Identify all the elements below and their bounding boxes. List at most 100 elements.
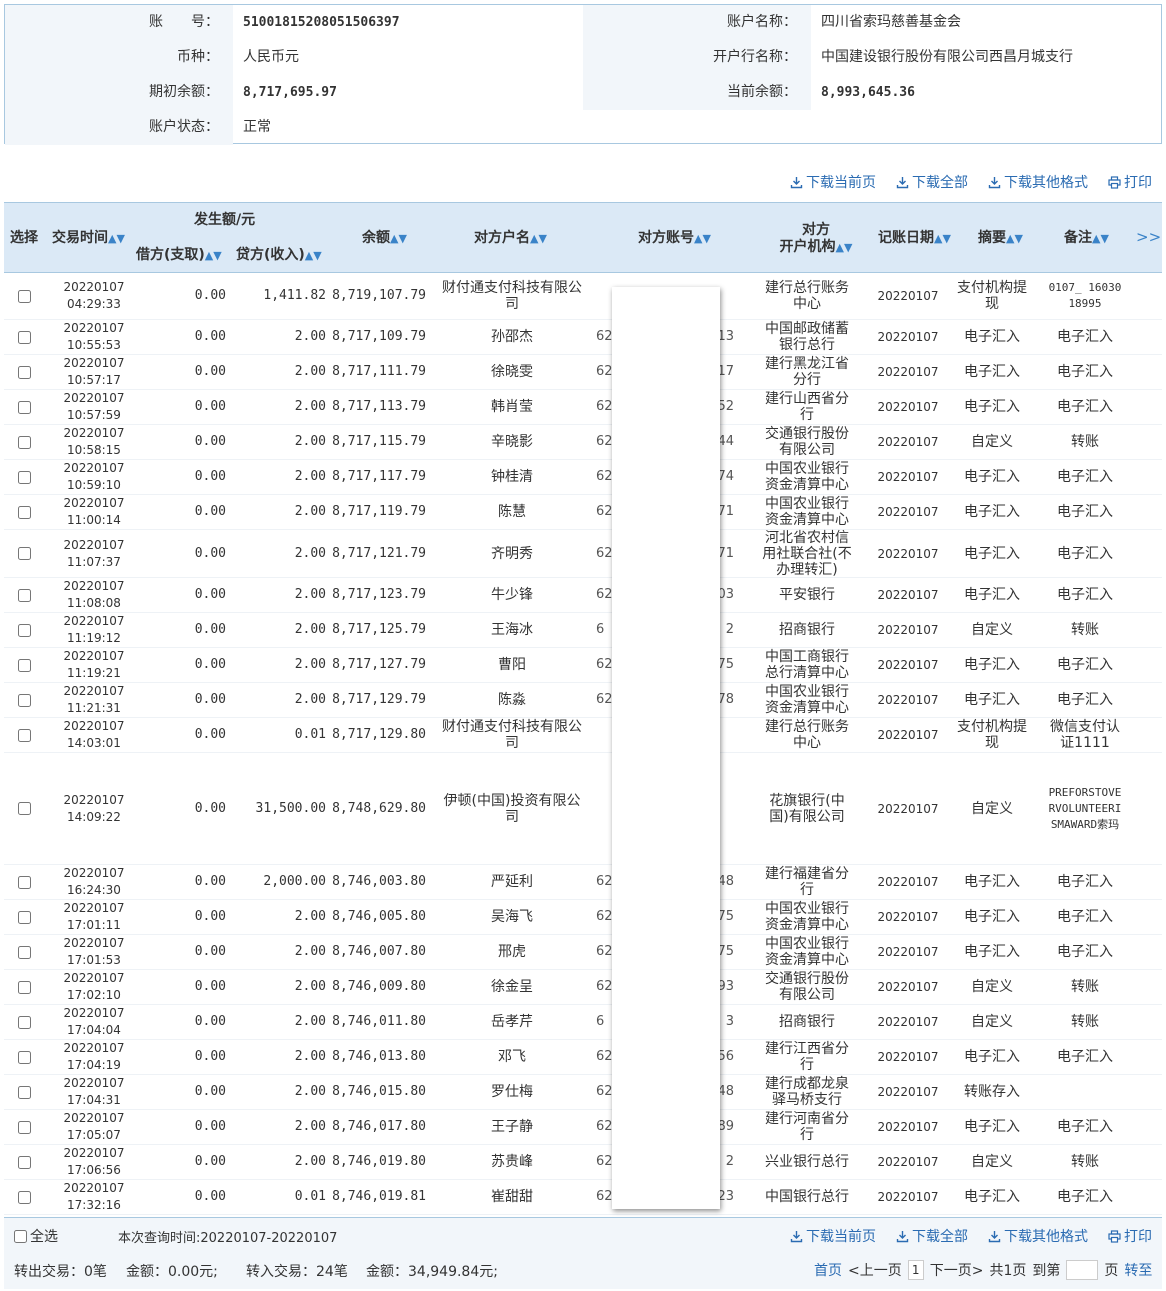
row-checkbox-input[interactable] (18, 289, 31, 303)
row-checkbox-input[interactable] (18, 728, 31, 742)
printer-icon (1108, 175, 1121, 189)
next-page-link[interactable]: 下一页> (930, 1260, 984, 1280)
select-all-checkbox[interactable] (14, 1229, 27, 1243)
summary-text: 电子汇入 (964, 1049, 1020, 1065)
balance-text: 8,717,111.79 (332, 364, 426, 379)
row-checkbox-input[interactable] (18, 802, 31, 815)
row-checkbox-input[interactable] (18, 470, 31, 484)
row-checkbox-input[interactable] (18, 505, 31, 519)
col-post-date[interactable]: 记账日期▲▼ (878, 230, 951, 247)
row-checkbox-input[interactable] (18, 400, 31, 414)
row-checkbox[interactable] (18, 613, 31, 647)
row-checkbox[interactable] (18, 1005, 31, 1039)
col-counterparty-account[interactable]: 对方账号▲▼ (638, 230, 711, 247)
first-page-link[interactable]: 首页 (814, 1260, 842, 1280)
note-text: 微信支付认证1111 (1050, 719, 1120, 751)
row-checkbox[interactable] (18, 648, 31, 682)
row-checkbox[interactable] (18, 935, 31, 969)
row-checkbox-input[interactable] (18, 658, 31, 672)
row-checkbox[interactable] (18, 495, 31, 529)
print-button-bottom[interactable]: 打印 (1108, 1226, 1152, 1246)
col-time[interactable]: 交易时间▲▼ (52, 230, 125, 247)
balance-text: 8,748,629.80 (332, 800, 426, 816)
download-page-button[interactable]: 下载当前页 (790, 172, 876, 192)
row-checkbox[interactable] (18, 1110, 31, 1144)
summary: 电子汇入 (954, 530, 1030, 577)
row-checkbox[interactable] (18, 683, 31, 717)
counterparty-name: 钟桂清 (438, 460, 586, 494)
row-checkbox-input[interactable] (18, 623, 31, 637)
row-checkbox-input[interactable] (18, 1120, 31, 1134)
row-checkbox[interactable] (18, 900, 31, 934)
row-checkbox-input[interactable] (18, 1085, 31, 1099)
row-checkbox[interactable] (18, 718, 31, 752)
col-credit[interactable]: 贷方(收入)▲▼ (236, 247, 322, 264)
row-checkbox-input[interactable] (18, 1155, 31, 1169)
row-checkbox-input[interactable] (18, 1015, 31, 1029)
row-checkbox-input[interactable] (18, 875, 31, 889)
summary-text: 支付机构提现 (957, 280, 1027, 312)
row-checkbox[interactable] (18, 320, 31, 354)
row-checkbox[interactable] (18, 578, 31, 612)
col-summary[interactable]: 摘要▲▼ (978, 230, 1023, 247)
row-checkbox[interactable] (18, 865, 31, 899)
row-checkbox-input[interactable] (18, 1190, 31, 1204)
col-balance[interactable]: 余额▲▼ (362, 230, 407, 247)
row-checkbox-input[interactable] (18, 945, 31, 959)
print-button[interactable]: 打印 (1108, 172, 1152, 192)
row-checkbox[interactable] (18, 753, 31, 864)
row-checkbox-input[interactable] (18, 588, 31, 602)
download-other-button-bottom[interactable]: 下载其他格式 (988, 1226, 1088, 1246)
row-checkbox-input[interactable] (18, 693, 31, 707)
row-checkbox-input[interactable] (18, 1050, 31, 1064)
table-header: 选择 交易时间▲▼ 发生额/元 借方(支取)▲▼ 贷方(收入)▲▼ 余额▲▼ 对… (4, 202, 1162, 273)
prev-page-link[interactable]: <上一页 (848, 1260, 902, 1280)
row-checkbox[interactable] (18, 460, 31, 494)
note-text: 电子汇入 (1057, 545, 1113, 562)
goto-page-input[interactable] (1066, 1260, 1099, 1280)
credit-amount: 1,411.82 (230, 273, 326, 319)
row-checkbox[interactable] (18, 1145, 31, 1179)
row-checkbox[interactable] (18, 1075, 31, 1109)
row-checkbox[interactable] (18, 530, 31, 577)
row-checkbox[interactable] (18, 355, 31, 389)
balance: 8,746,009.80 (330, 970, 426, 1004)
col-counterparty-org[interactable]: 对方 开户机构▲▼ (778, 222, 854, 256)
download-other-button[interactable]: 下载其他格式 (988, 172, 1088, 192)
debit-amount-text: 0.00 (194, 692, 226, 707)
trade-clock: 17:06:56 (67, 1163, 121, 1177)
current-page[interactable]: 1 (907, 1260, 924, 1280)
row-checkbox[interactable] (18, 1040, 31, 1074)
row-checkbox[interactable] (18, 390, 31, 424)
account-no-value: 51001815208051506397 (243, 15, 400, 30)
row-checkbox[interactable] (18, 425, 31, 459)
credit-amount-text: 1,411.82 (263, 288, 326, 303)
col-counterparty-name[interactable]: 对方户名▲▼ (474, 230, 547, 247)
summary: 电子汇入 (954, 495, 1030, 529)
balance: 8,717,111.79 (330, 355, 426, 389)
post-date-text: 20220107 (877, 1155, 939, 1169)
col-debit[interactable]: 借方(支取)▲▼ (136, 247, 222, 264)
summary-text: 电子汇入 (964, 874, 1020, 890)
expand-columns-button[interactable]: >> (1136, 229, 1161, 246)
row-checkbox-input[interactable] (18, 980, 31, 994)
goto-button[interactable]: 转至 (1124, 1260, 1152, 1280)
row-checkbox-input[interactable] (18, 330, 31, 344)
row-checkbox[interactable] (18, 970, 31, 1004)
select-all[interactable]: 全选 (14, 1226, 58, 1246)
row-checkbox-input[interactable] (18, 547, 31, 560)
bank-value: 中国建设银行股份有限公司西昌月城支行 (821, 49, 1073, 65)
row-checkbox[interactable] (18, 1180, 31, 1214)
col-note[interactable]: 备注▲▼ (1064, 230, 1109, 247)
trade-clock: 16:24:30 (67, 883, 121, 897)
download-all-button[interactable]: 下载全部 (896, 172, 968, 192)
summary-text: 自定义 (971, 622, 1013, 638)
download-all-button-bottom[interactable]: 下载全部 (896, 1226, 968, 1246)
total-pages: 共1页 (989, 1263, 1027, 1279)
row-checkbox-input[interactable] (18, 910, 31, 924)
download-page-button-bottom[interactable]: 下载当前页 (790, 1226, 876, 1246)
balance: 8,717,129.79 (330, 683, 426, 717)
row-checkbox-input[interactable] (18, 435, 31, 449)
row-checkbox-input[interactable] (18, 365, 31, 379)
row-checkbox[interactable] (18, 273, 31, 319)
